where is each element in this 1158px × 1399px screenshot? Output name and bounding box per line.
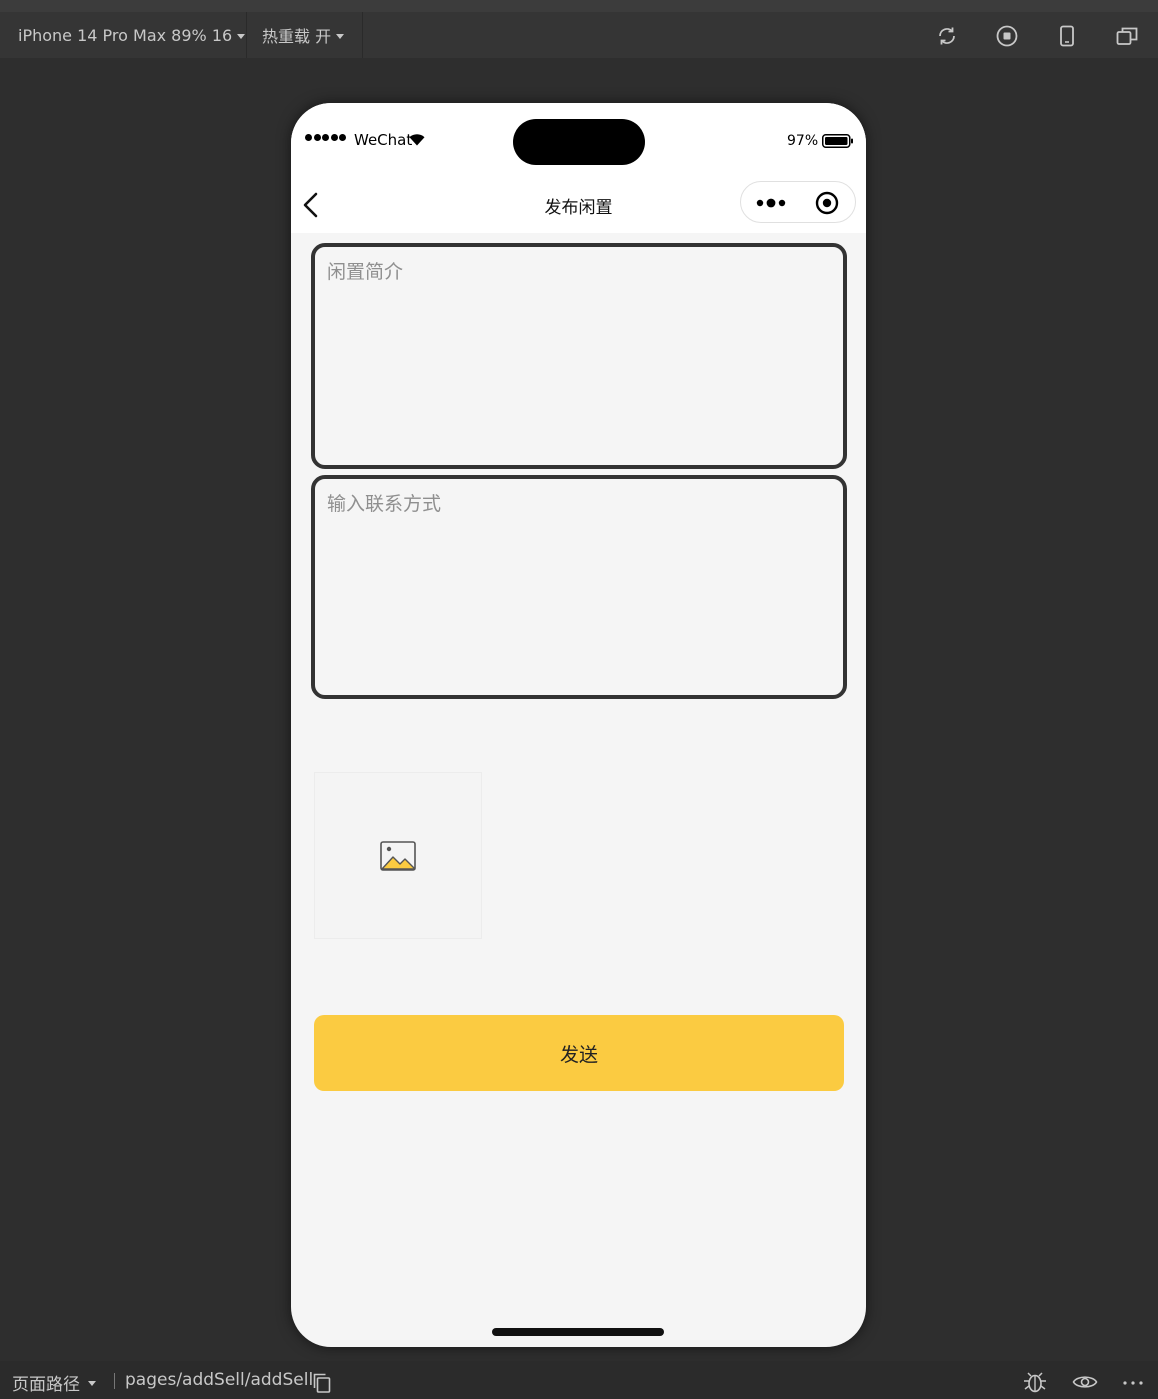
contact-input[interactable] [315, 479, 843, 695]
toolbar-divider [362, 12, 363, 58]
image-upload-button[interactable] [314, 772, 482, 939]
home-indicator [492, 1328, 664, 1336]
refresh-icon[interactable] [935, 24, 959, 48]
intro-input[interactable] [315, 247, 843, 465]
send-button[interactable]: 发送 [314, 1015, 844, 1091]
hot-reload-label: 热重载 开 [262, 27, 332, 46]
page-path-label: 页面路径 [12, 1375, 80, 1395]
chevron-down-icon [88, 1381, 96, 1386]
battery-percent: 97% [787, 133, 819, 149]
hot-reload-toggle[interactable]: 热重载 开 [262, 12, 345, 58]
device-selector-label: iPhone 14 Pro Max 89% 16 [18, 25, 233, 45]
image-icon [380, 841, 416, 871]
intro-field[interactable] [311, 243, 847, 469]
status-footer: 页面路径 pages/addSell/addSell [0, 1361, 1158, 1399]
nav-bar: 发布闲置 [291, 175, 866, 233]
status-bar: WeChat 97% [291, 103, 866, 175]
dynamic-island [513, 119, 645, 165]
phone-icon[interactable] [1055, 24, 1079, 48]
battery-icon [822, 134, 853, 148]
toolbar-divider [246, 12, 247, 58]
page-path-selector[interactable]: 页面路径 [12, 1370, 96, 1395]
chevron-down-icon [237, 33, 246, 39]
carrier-name: WeChat [354, 131, 413, 149]
menu-capsule [740, 181, 856, 223]
signal-icon [305, 134, 346, 141]
phone-frame: WeChat 97% 发布闲置 闲置简介 输入联系方式 发送 [291, 103, 866, 1347]
more-options-icon[interactable] [1120, 1370, 1146, 1394]
wifi-icon [409, 134, 425, 146]
device-selector[interactable]: iPhone 14 Pro Max 89% 16 [18, 12, 246, 58]
copy-icon[interactable] [313, 1373, 331, 1393]
window-top-strip [0, 0, 1158, 12]
eye-icon[interactable] [1072, 1370, 1098, 1394]
more-icon[interactable] [755, 192, 789, 214]
simulator-toolbar: iPhone 14 Pro Max 89% 16 热重载 开 [0, 12, 1158, 58]
stop-icon[interactable] [995, 24, 1019, 48]
page-path: pages/addSell/addSell [125, 1370, 314, 1390]
close-miniprogram-icon[interactable] [815, 191, 839, 215]
chevron-down-icon [336, 33, 345, 39]
debug-icon[interactable] [1022, 1370, 1048, 1394]
contact-field[interactable] [311, 475, 847, 699]
window-icon[interactable] [1115, 24, 1139, 48]
footer-divider [114, 1373, 115, 1389]
